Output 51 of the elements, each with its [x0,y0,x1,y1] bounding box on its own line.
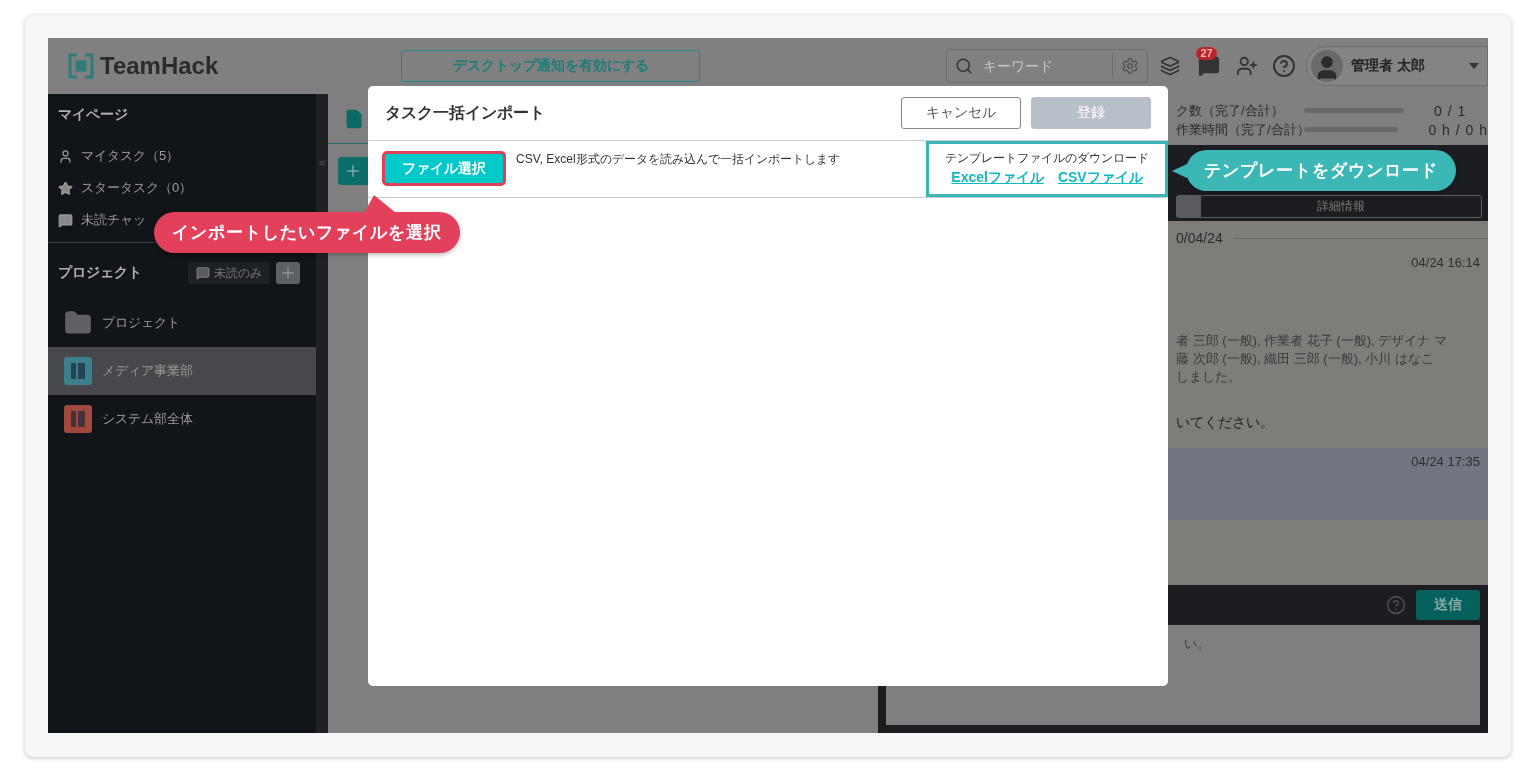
logo-text: TeamHack [100,52,219,80]
search-field[interactable]: キーワード [946,49,1149,83]
sidebar-item[interactable]: 未読チャッ [48,204,156,236]
folder-icon [64,309,92,337]
plus-icon [279,264,297,282]
cancel-button[interactable]: キャンセル [901,97,1021,129]
help-icon[interactable] [1386,595,1406,615]
avatar-icon [1311,50,1344,82]
download-link[interactable]: Excelファイル [951,169,1044,187]
progress-reading: 0 / 1 [1434,102,1467,119]
callout-pointer [364,195,396,213]
chat-icon [58,212,73,228]
callout-pointer [1172,164,1187,178]
sidebar-item[interactable]: マイタスク（5） [48,140,190,172]
description-text: CSV, Excel形式のデータを読み込んで一括インポートします [516,151,841,168]
document-icon [344,108,364,129]
notification-badge: 27 [1196,47,1217,60]
progress-reading: 0 h / 0 h [1428,121,1488,138]
plus-icon [344,162,362,180]
chat-icon [196,266,210,280]
message-time: 04/24 17:35 [1411,454,1480,469]
dialog-title: タスク一括インポート [385,102,546,123]
message-text: いてください。 [1176,414,1275,432]
caret-icon [1469,63,1479,69]
download-link[interactable]: CSVファイル [1057,169,1143,187]
star-icon [58,180,73,196]
date-text: 0/04/24 [1176,230,1223,246]
person-icon [58,148,73,164]
message-text: しました。 [1176,368,1242,386]
unread-filter-button[interactable]: 未読のみ [188,262,270,284]
message-time: 04/24 16:14 [1411,255,1480,270]
settings-icon[interactable] [1121,57,1140,75]
layers-icon[interactable] [1160,56,1181,76]
template-title: テンプレートファイルのダウンロード [945,150,1149,167]
add-user-icon[interactable] [1236,55,1259,77]
details-tab[interactable]: 詳細情報 [1200,195,1482,218]
summary-label: ク数（完了/合計） [1176,101,1285,120]
user-menu[interactable]: 管理者 太郎 [1306,46,1488,86]
section-title: プロジェクト [58,264,143,282]
summary-label: 作業時間（完了/合計） [1176,120,1304,139]
project-item[interactable]: プロジェクト [48,299,316,347]
project-item[interactable]: メディア事業部 [48,347,316,395]
logo-icon [68,53,94,79]
section-title: マイページ [57,106,129,124]
search-icon [955,57,974,75]
project-item[interactable]: システム部全体 [48,395,316,443]
send-button[interactable]: 送信 [1416,590,1480,620]
add-project-button[interactable] [276,262,300,284]
sidebar-item[interactable]: スタータスク（0） [48,172,203,204]
collapse-icon[interactable] [317,158,327,168]
help-icon[interactable] [1272,54,1297,78]
